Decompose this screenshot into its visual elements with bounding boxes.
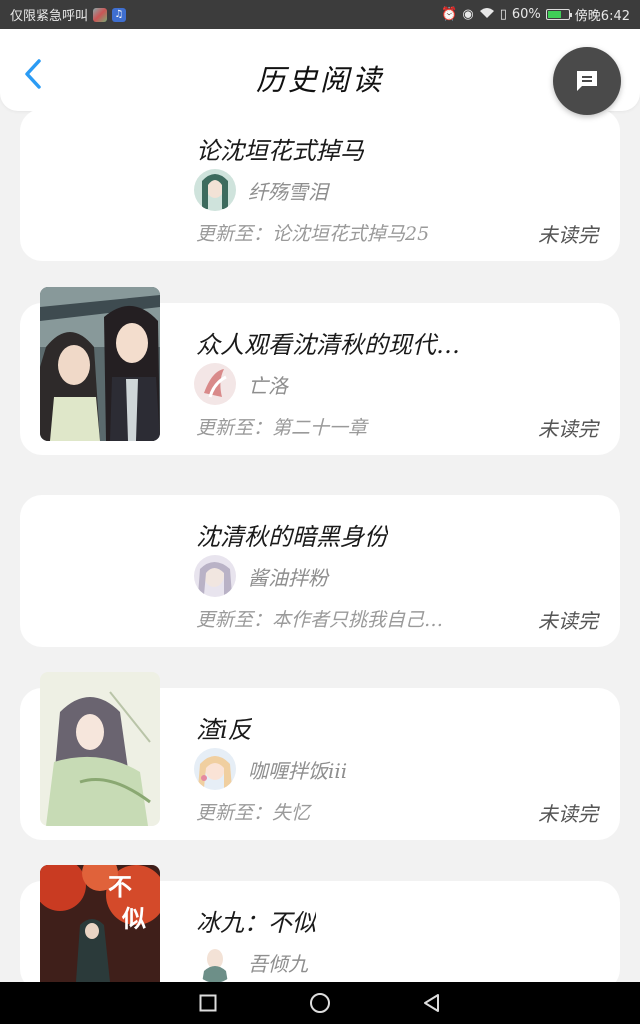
read-status: 未读完 <box>538 223 598 247</box>
app-header: 历史阅读 <box>0 29 640 111</box>
book-card[interactable]: 论沈垣花式掉马 纤殇雪泪 更新至：论沈垣花式掉马25 未读完 <box>20 109 620 261</box>
author-name: 吾倾九 <box>248 951 308 976</box>
system-back-button[interactable] <box>421 992 443 1014</box>
battery-percent: 60% <box>511 7 541 22</box>
message-icon <box>577 71 597 91</box>
author-row: 纤殇雪泪 <box>194 169 328 211</box>
page-title: 历史阅读 <box>255 63 384 97</box>
latest-update: 更新至：失忆 <box>196 802 311 824</box>
avatar <box>194 941 236 983</box>
book-title: 论沈垣花式掉马 <box>196 137 364 165</box>
battery-icon <box>545 9 572 20</box>
carrier-text: 仅限紧急呼叫 <box>10 9 89 24</box>
latest-update: 更新至：本作者只挑我自己… <box>196 609 444 631</box>
sim-icon: ▯ <box>499 7 507 22</box>
latest-update: 更新至：第二十一章 <box>196 417 368 439</box>
read-status: 未读完 <box>538 417 598 441</box>
book-title: 渣i反 <box>196 716 252 744</box>
triangle-back-icon <box>424 994 439 1012</box>
author-row: 亡洛 <box>194 363 288 405</box>
book-cover-image[interactable] <box>40 287 160 441</box>
read-status: 未读完 <box>538 802 598 826</box>
system-nav-bar <box>0 982 640 1024</box>
avatar <box>194 363 236 405</box>
status-bar: 仅限紧急呼叫 ♫ ⏰ ◉ ▯ 60% 傍晚6:42 <box>0 0 640 29</box>
book-title: 冰九：不似 <box>196 909 316 937</box>
author-row: 酱油拌粉 <box>194 555 328 597</box>
author-name: 酱油拌粉 <box>248 565 328 590</box>
book-card[interactable]: 沈清秋的暗黑身份 酱油拌粉 更新至：本作者只挑我自己… 未读完 <box>20 495 620 647</box>
avatar <box>194 169 236 211</box>
wifi-icon <box>479 7 495 22</box>
circle-icon <box>310 993 330 1013</box>
home-button[interactable] <box>309 992 331 1014</box>
author-row: 吾倾九 <box>194 941 308 983</box>
recent-apps-button[interactable] <box>197 992 219 1014</box>
alarm-icon: ⏰ <box>441 7 458 22</box>
book-cover-image[interactable] <box>40 672 160 826</box>
avatar <box>194 555 236 597</box>
author-row: 咖喱拌饭iii <box>194 748 347 790</box>
clock: 傍晚6:42 <box>574 9 630 24</box>
book-cover-image[interactable]: 不 似 <box>40 865 160 982</box>
message-button[interactable] <box>553 47 621 115</box>
square-icon <box>199 994 217 1012</box>
cover-text: 不 <box>108 872 132 901</box>
author-name: 咖喱拌饭iii <box>248 758 348 783</box>
author-name: 纤殇雪泪 <box>248 179 328 204</box>
read-status: 未读完 <box>538 609 598 633</box>
book-title: 沈清秋的暗黑身份 <box>196 523 388 551</box>
avatar <box>194 748 236 790</box>
cover-text: 似 <box>121 904 146 933</box>
music-notification-icon: ♫ <box>112 7 127 22</box>
eye-icon: ◉ <box>462 7 474 22</box>
book-title: 众人观看沈清秋的现代… <box>196 331 460 359</box>
notification-app-icon <box>93 7 108 22</box>
author-name: 亡洛 <box>248 373 288 398</box>
latest-update: 更新至：论沈垣花式掉马25 <box>196 223 430 245</box>
